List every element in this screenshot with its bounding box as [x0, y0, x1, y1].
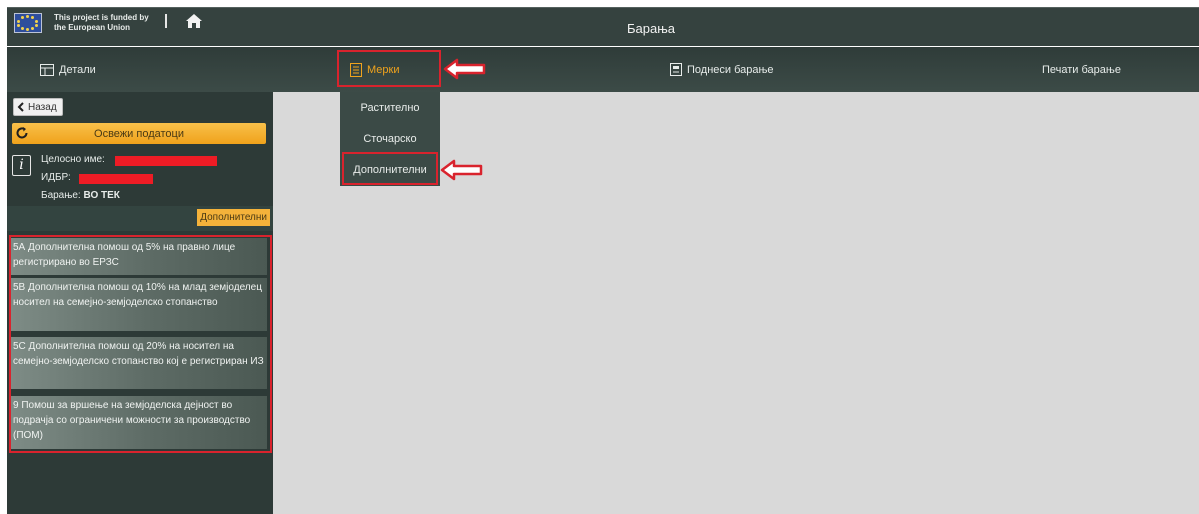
- id-label: ИДБР:: [41, 172, 71, 183]
- page-title: Барања: [627, 21, 676, 36]
- back-button[interactable]: Назад: [13, 98, 63, 116]
- full-name-label: Целосно име:: [41, 154, 105, 165]
- refresh-button-label: Освежи податоци: [94, 127, 184, 140]
- measures-list-highlight-box: [9, 235, 272, 453]
- full-name-row: Целосно име:: [41, 154, 105, 165]
- measures-highlight-box: [337, 50, 441, 87]
- request-label: Барање:: [41, 190, 81, 201]
- full-name-redaction: [115, 156, 217, 166]
- category-tag[interactable]: Дополнителни: [197, 209, 270, 226]
- top-bar: This project is funded by the European U…: [7, 7, 1199, 46]
- nav-print-label: Печати барање: [1042, 63, 1121, 76]
- arrow-left-icon: [443, 58, 486, 80]
- chevron-left-icon: [17, 102, 24, 112]
- nav-submit-label: Поднеси барање: [687, 63, 774, 76]
- dropdown-item-livestock[interactable]: Сточарско: [340, 123, 440, 154]
- eu-flag-icon: [14, 13, 42, 33]
- additional-highlight-box: [342, 152, 438, 185]
- id-redaction: [79, 174, 153, 184]
- eu-text-line2: the European Union: [54, 23, 130, 32]
- eu-text-line1: This project is funded by: [54, 13, 149, 22]
- request-status: ВО ТЕК: [83, 190, 120, 201]
- category-bar: Дополнителни: [7, 206, 273, 231]
- nav-details-label: Детали: [59, 63, 96, 76]
- info-icon: i: [12, 155, 31, 176]
- refresh-button[interactable]: Освежи податоци: [12, 123, 266, 144]
- home-icon[interactable]: [185, 13, 203, 29]
- main-nav: Детали Мерки Поднеси барање Печати барањ…: [7, 47, 1199, 92]
- arrow-left-icon: [440, 159, 483, 181]
- nav-print[interactable]: Печати барање: [1042, 47, 1121, 92]
- top-divider: [165, 14, 167, 28]
- back-button-label: Назад: [28, 101, 57, 113]
- dropdown-item-plant[interactable]: Растително: [340, 92, 440, 123]
- nav-submit[interactable]: Поднеси барање: [670, 47, 774, 92]
- nav-details[interactable]: Детали: [40, 47, 96, 92]
- eu-funding-text: This project is funded by the European U…: [54, 13, 149, 33]
- details-icon: [40, 63, 54, 76]
- id-row: ИДБР:: [41, 172, 71, 183]
- request-row: Барање: ВО ТЕК: [41, 190, 120, 201]
- refresh-icon: [16, 127, 28, 139]
- submit-icon: [670, 63, 682, 76]
